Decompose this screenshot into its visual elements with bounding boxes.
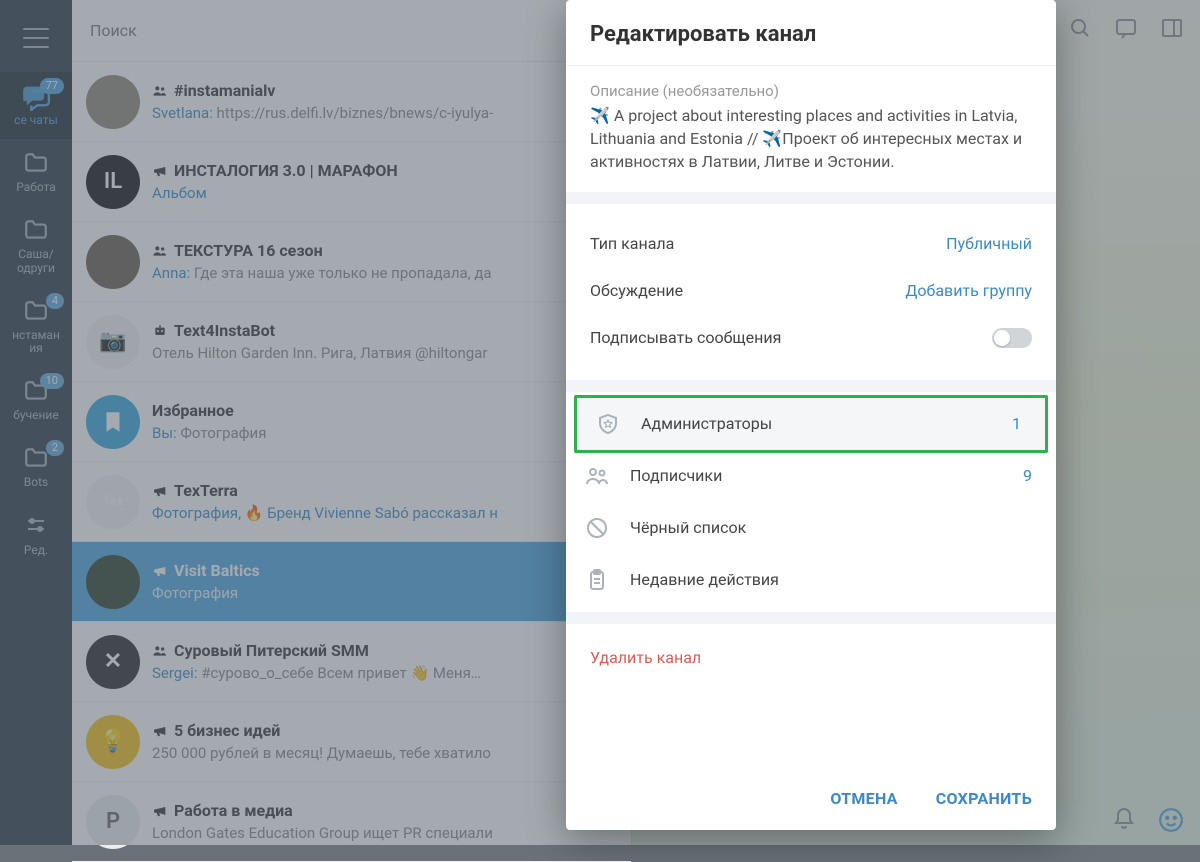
save-button[interactable]: СОХРАНИТЬ bbox=[936, 789, 1032, 808]
settings-section: Тип канала Публичный Обсуждение Добавить… bbox=[566, 204, 1056, 392]
blacklist-row[interactable]: Чёрный список bbox=[566, 502, 1056, 554]
admins-highlight: Администраторы 1 bbox=[574, 395, 1048, 453]
dialog-footer: ОТМЕНА СОХРАНИТЬ bbox=[566, 773, 1056, 830]
discussion-value: Добавить группу bbox=[905, 281, 1032, 300]
channel-type-value: Публичный bbox=[946, 234, 1032, 253]
discussion-label: Обсуждение bbox=[590, 281, 683, 300]
sign-messages-row: Подписывать сообщения bbox=[590, 314, 1032, 362]
sign-messages-toggle[interactable] bbox=[992, 328, 1032, 348]
description-section[interactable]: Описание (необязательно) ✈️ A project ab… bbox=[566, 66, 1056, 204]
description-text: ✈️ A project about interesting places an… bbox=[590, 104, 1032, 174]
cancel-button[interactable]: ОТМЕНА bbox=[830, 789, 897, 808]
admins-label: Администраторы bbox=[641, 414, 772, 433]
recent-actions-row[interactable]: Недавние действия bbox=[566, 554, 1056, 606]
people-icon bbox=[580, 464, 614, 488]
block-icon bbox=[580, 516, 614, 540]
subscribers-count: 9 bbox=[1023, 466, 1032, 485]
subscribers-label: Подписчики bbox=[630, 466, 722, 485]
discussion-row[interactable]: Обсуждение Добавить группу bbox=[590, 267, 1032, 314]
clipboard-icon bbox=[580, 568, 614, 592]
dialog-body: Описание (необязательно) ✈️ A project ab… bbox=[566, 66, 1056, 773]
subscribers-row[interactable]: Подписчики 9 bbox=[566, 450, 1056, 502]
channel-type-label: Тип канала bbox=[590, 234, 674, 253]
recent-actions-label: Недавние действия bbox=[630, 570, 779, 589]
delete-channel-link[interactable]: Удалить канал bbox=[566, 624, 1056, 691]
sign-messages-label: Подписывать сообщения bbox=[590, 328, 781, 347]
blacklist-label: Чёрный список bbox=[630, 518, 746, 537]
channel-type-row[interactable]: Тип канала Публичный bbox=[590, 220, 1032, 267]
admins-count: 1 bbox=[1012, 414, 1021, 433]
edit-channel-dialog: Редактировать канал Описание (необязател… bbox=[566, 0, 1056, 830]
management-section: Администраторы 1 Подписчики 9 Чёрный спи… bbox=[566, 392, 1056, 624]
dialog-title: Редактировать канал bbox=[566, 0, 1056, 66]
admins-row[interactable]: Администраторы 1 bbox=[577, 398, 1045, 450]
shield-icon bbox=[591, 412, 625, 436]
description-label: Описание (необязательно) bbox=[590, 82, 1032, 100]
